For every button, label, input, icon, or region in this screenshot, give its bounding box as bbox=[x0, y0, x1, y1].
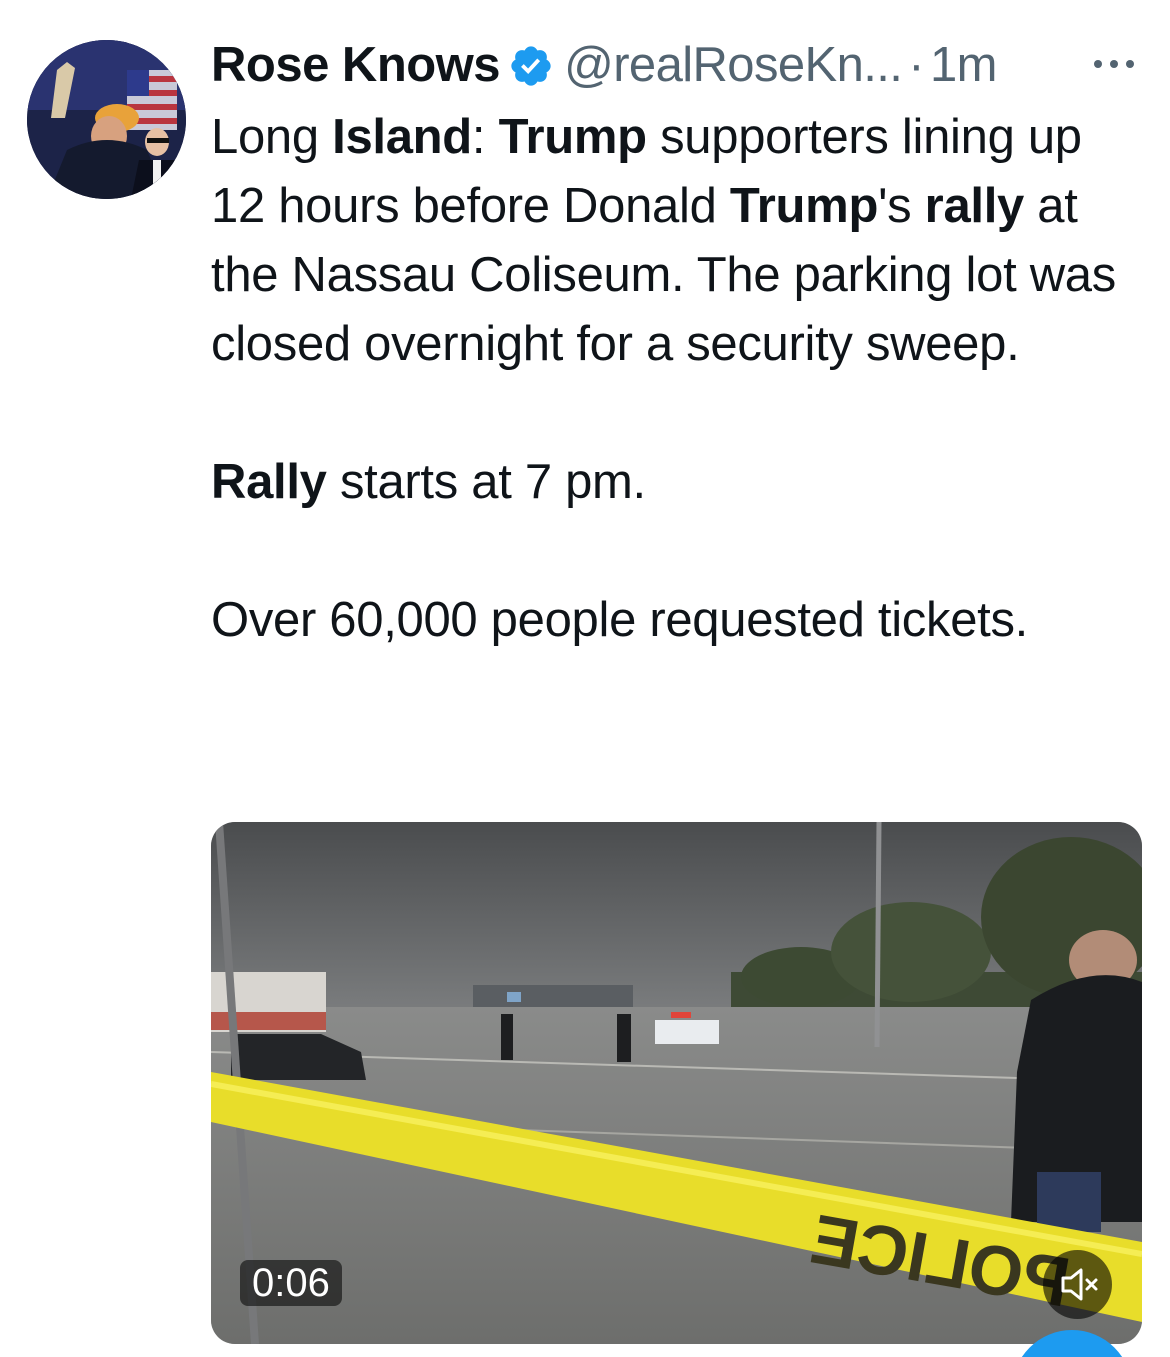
bold-text-segment: rally bbox=[924, 179, 1025, 233]
video-player[interactable]: POLICE 0:06 bbox=[211, 822, 1142, 1344]
tweet-paragraph: Rally starts at 7 pm. bbox=[211, 448, 1141, 517]
tweet-paragraph: Over 60,000 people requested tickets. bbox=[211, 586, 1141, 655]
video-frame: POLICE bbox=[211, 822, 1142, 1344]
text-segment: Over 60,000 people requested tickets. bbox=[211, 593, 1028, 647]
timestamp-relative[interactable]: 1m bbox=[930, 34, 997, 96]
author-display-name[interactable]: Rose Knows bbox=[211, 34, 501, 96]
tweet-text: Long Island: Trump supporters lining up … bbox=[211, 103, 1141, 655]
author-handle[interactable]: @realRoseKn... bbox=[564, 34, 903, 96]
separator-dot: · bbox=[908, 38, 924, 92]
tweet-paragraph: Long Island: Trump supporters lining up … bbox=[211, 103, 1141, 379]
bold-text-segment: Island bbox=[332, 110, 472, 164]
verified-badge-icon[interactable] bbox=[508, 42, 554, 88]
author-avatar[interactable] bbox=[27, 40, 186, 199]
bold-text-segment: Trump bbox=[498, 110, 648, 164]
text-segment: : bbox=[471, 110, 499, 164]
tweet-card[interactable]: Rose Knows @realRoseKn... · 1m Long Isla… bbox=[0, 0, 1170, 1357]
volume-muted-icon[interactable] bbox=[1043, 1250, 1112, 1319]
text-segment: starts at 7 pm. bbox=[326, 455, 646, 509]
text-segment: Long bbox=[211, 110, 333, 164]
video-duration-badge: 0:06 bbox=[240, 1260, 342, 1306]
text-segment: 's bbox=[878, 179, 925, 233]
tweet-header: Rose Knows @realRoseKn... · 1m bbox=[211, 34, 1151, 96]
bold-text-segment: Rally bbox=[211, 455, 327, 509]
more-options-icon[interactable] bbox=[1086, 50, 1142, 78]
avatar-image bbox=[27, 40, 186, 199]
bold-text-segment: Trump bbox=[729, 179, 879, 233]
